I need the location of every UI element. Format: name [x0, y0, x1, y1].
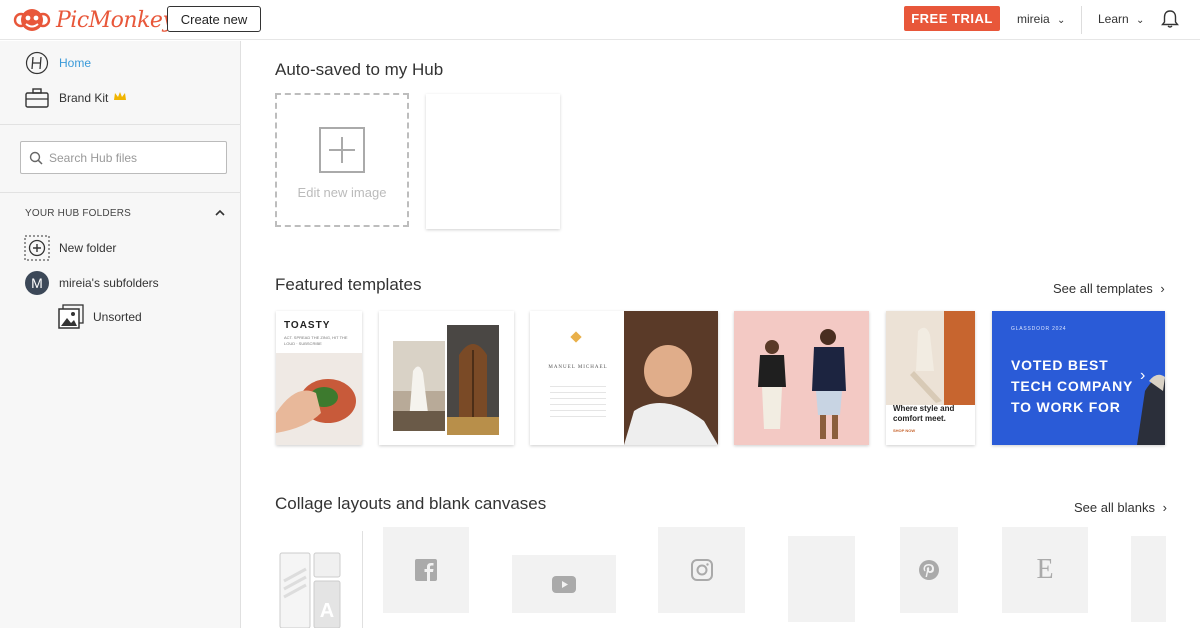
template-card-toasty[interactable]: TOASTY ACT. SPREAD THE ZING, HIT THE LOU… — [276, 311, 362, 445]
edit-new-image-label: Edit new image — [297, 185, 387, 200]
avatar-letter: M — [25, 271, 49, 295]
top-bar: PicMonkey Create new FREE TRIAL mireia ⌄… — [0, 0, 1200, 40]
sidebar-item-label: Unsorted — [93, 310, 142, 324]
blank-canvas-facebook[interactable] — [383, 527, 469, 613]
search-box[interactable] — [20, 141, 227, 174]
learn-label: Learn — [1098, 12, 1129, 26]
template-eyebrow: GLASSDOOR 2024 — [1011, 326, 1067, 332]
sidebar-item-home[interactable]: Home — [24, 51, 91, 75]
sidebar-item-unsorted[interactable]: Unsorted — [58, 304, 142, 329]
sidebar-divider — [0, 192, 241, 193]
plus-icon — [319, 127, 365, 173]
autosaved-title: Auto-saved to my Hub — [275, 60, 444, 79]
template-photo — [276, 353, 362, 445]
sidebar-item-brand-kit[interactable]: Brand Kit — [24, 86, 127, 110]
user-name: mireia — [1017, 12, 1050, 26]
template-name: MANUEL MICHAEL — [548, 365, 608, 370]
header-divider — [1081, 6, 1082, 34]
learn-menu[interactable]: Learn ⌄ — [1098, 12, 1144, 26]
instagram-icon — [690, 559, 713, 581]
user-menu[interactable]: mireia ⌄ — [1017, 12, 1065, 26]
chevron-up-icon[interactable] — [215, 208, 225, 219]
template-photo — [886, 311, 975, 405]
template-cta: SHOP NOW — [893, 428, 916, 433]
sidebar-item-subfolders[interactable]: M mireia's subfolders — [24, 271, 159, 295]
see-all-templates-label: See all templates — [1053, 281, 1153, 296]
search-icon — [29, 151, 43, 165]
sidebar-item-label: Brand Kit — [59, 91, 109, 105]
create-new-button[interactable]: Create new — [167, 6, 261, 32]
chevron-down-icon: ⌄ — [1136, 15, 1145, 26]
hub-icon — [24, 51, 50, 75]
hub-folders-header[interactable]: YOUR HUB FOLDERS — [25, 208, 225, 219]
template-text — [550, 381, 606, 421]
see-all-blanks-label: See all blanks — [1074, 500, 1155, 515]
template-text: ACT. SPREAD THE ZING, HIT THE LOUD · SUB… — [284, 335, 348, 346]
sidebar-divider — [0, 124, 241, 125]
template-card-glassdoor[interactable]: GLASSDOOR 2024 VOTED BEST TECH COMPANY T… — [992, 311, 1165, 445]
collage-title: Collage layouts and blank canvases — [275, 494, 547, 513]
template-headline: VOTED BEST TECH COMPANY TO WORK FOR — [1011, 357, 1133, 415]
featured-templates-title: Featured templates — [275, 275, 422, 294]
see-all-blanks-link[interactable]: See all blanks › — [1074, 500, 1167, 515]
heart-icon — [570, 331, 582, 343]
template-photo — [447, 417, 499, 435]
template-card-fashion[interactable] — [734, 311, 869, 445]
free-trial-button[interactable]: FREE TRIAL — [904, 6, 1000, 31]
collage-divider — [362, 531, 363, 628]
blank-canvas-tile[interactable] — [1131, 536, 1166, 622]
template-photo — [447, 325, 499, 417]
logo-text: PicMonkey — [56, 7, 175, 33]
youtube-icon — [552, 575, 576, 593]
template-photo — [758, 329, 846, 439]
chevron-right-icon: › — [1162, 500, 1167, 515]
template-heading: TOASTY — [284, 320, 331, 331]
monkey-logo-icon — [13, 9, 51, 31]
search-input[interactable] — [49, 150, 219, 165]
bell-icon[interactable] — [1160, 9, 1180, 29]
chevron-right-icon: › — [1160, 281, 1165, 296]
sidebar: Home Brand Kit YOUR HUB FOLDERS New fold… — [0, 41, 241, 628]
sidebar-item-label: mireia's subfolders — [59, 276, 159, 290]
template-photo — [624, 311, 718, 445]
chevron-down-icon: ⌄ — [1057, 15, 1066, 26]
template-card-birth-announcement[interactable]: MANUEL MICHAEL — [530, 311, 718, 445]
edit-new-image-tile[interactable]: Edit new image — [275, 93, 409, 227]
picmonkey-logo[interactable]: PicMonkey — [12, 5, 175, 35]
blank-canvas-instagram[interactable] — [658, 527, 745, 613]
hub-folders-heading: YOUR HUB FOLDERS — [25, 208, 131, 219]
template-caption: Where style and comfort meet. — [893, 404, 955, 423]
template-card-style-comfort[interactable]: Where style and comfort meet. SHOP NOW — [886, 311, 975, 445]
carousel-next-arrow[interactable]: › — [1140, 367, 1145, 385]
main-content: Auto-saved to my Hub Edit new image Feat… — [241, 41, 1200, 628]
sidebar-item-new-folder[interactable]: New folder — [24, 235, 117, 261]
sidebar-item-label: Home — [59, 56, 92, 70]
facebook-icon — [415, 559, 437, 581]
pinterest-icon — [919, 560, 939, 580]
blank-canvas-tile[interactable] — [788, 536, 855, 622]
sidebar-item-label: New folder — [59, 241, 117, 255]
collage-layout-tile[interactable]: A — [278, 551, 344, 628]
blank-canvas-youtube[interactable] — [512, 555, 616, 613]
crown-icon — [113, 91, 127, 105]
template-photo — [393, 341, 445, 431]
add-folder-icon — [24, 235, 50, 261]
see-all-templates-link[interactable]: See all templates › — [1053, 281, 1165, 296]
avatar: M — [24, 271, 50, 295]
blank-canvas-pinterest[interactable] — [900, 527, 958, 613]
svg-text:A: A — [320, 600, 334, 622]
etsy-icon: E — [1036, 554, 1054, 585]
images-icon — [58, 304, 84, 329]
blank-canvas-etsy[interactable]: E — [1002, 527, 1088, 613]
template-card-collage[interactable] — [379, 311, 514, 445]
autosaved-file-thumbnail[interactable] — [426, 94, 560, 229]
briefcase-icon — [24, 86, 50, 110]
